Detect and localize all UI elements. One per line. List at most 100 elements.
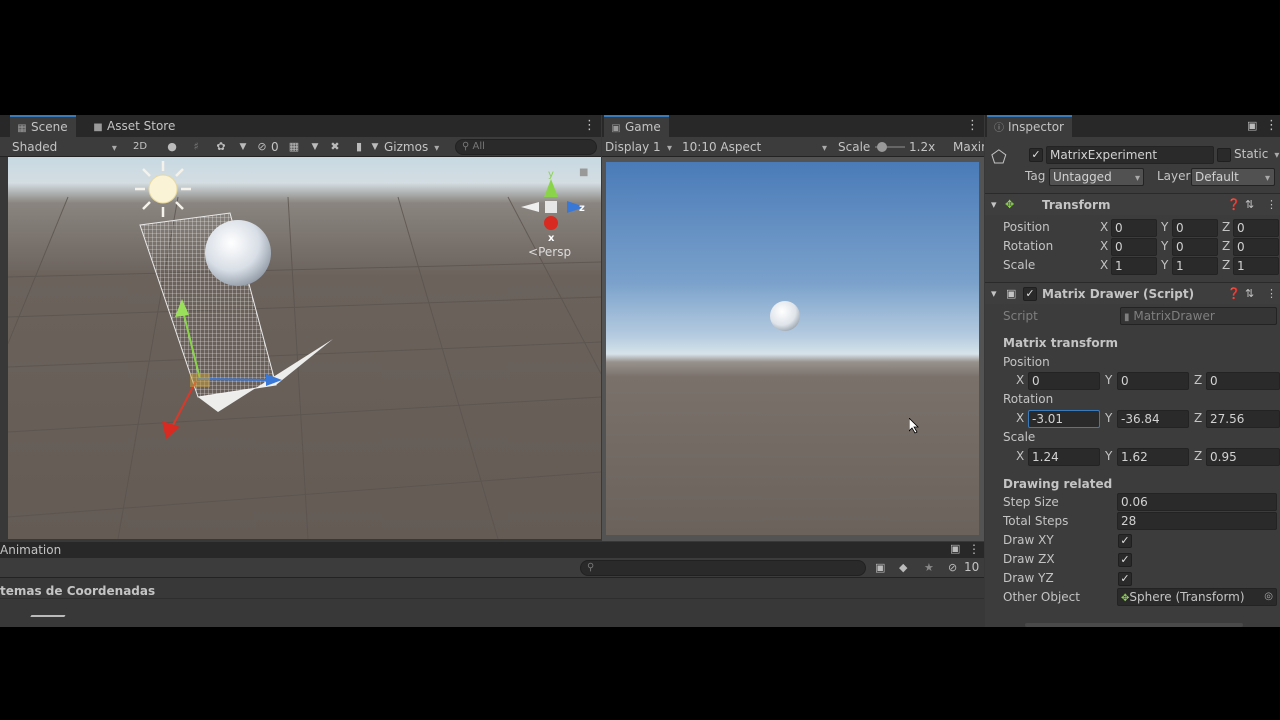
- transform-scale-x-field[interactable]: 1: [1111, 257, 1157, 275]
- other-object-value: Sphere (Transform): [1129, 590, 1245, 604]
- effects-toggle-icon[interactable]: ✿: [213, 139, 229, 155]
- transform-component-header[interactable]: ▾ ✥ Transform ❓ ⇅ ⋮: [985, 193, 1280, 215]
- inspector-lock-icon[interactable]: ▣: [1247, 119, 1257, 132]
- gameobject-cube-icon: ⬠: [991, 147, 1007, 168]
- lighting-toggle-icon[interactable]: ●: [164, 139, 180, 155]
- total-steps-field[interactable]: 28: [1117, 512, 1277, 530]
- scene-visibility-icon[interactable]: ▣: [875, 561, 885, 574]
- gameobject-active-checkbox[interactable]: ✓: [1029, 148, 1043, 162]
- scene-viewport[interactable]: y z x ■ <Persp: [8, 157, 601, 539]
- tag-icon[interactable]: ◆: [899, 561, 907, 574]
- persp-label[interactable]: <Persp: [528, 245, 571, 259]
- directional-light-icon[interactable]: [135, 161, 191, 217]
- scale-slider[interactable]: [875, 142, 905, 152]
- hidden-packages-icon[interactable]: ⊘: [948, 561, 957, 574]
- axis-y-label: Y: [1161, 239, 1169, 253]
- script-label: Script: [1003, 309, 1038, 323]
- game-toolbar: Display 1 10:10 Aspect Scale 1.2x Maxir: [602, 137, 984, 157]
- shading-mode-dropdown[interactable]: Shaded: [12, 137, 120, 157]
- transform-rotation-y-field[interactable]: 0: [1172, 238, 1218, 256]
- foldout-arrow-icon[interactable]: ▾: [991, 194, 997, 216]
- audio-toggle-icon[interactable]: ♯: [188, 139, 204, 155]
- search-icon: ⚲: [587, 562, 595, 573]
- tools-icon[interactable]: ✖: [327, 139, 343, 155]
- transform-rotation-x-field[interactable]: 0: [1111, 238, 1157, 256]
- tab-inspector[interactable]: ⓘ Inspector: [987, 115, 1072, 137]
- scene-search-input[interactable]: ⚲ All: [455, 139, 597, 155]
- axis-x-label: X: [1100, 239, 1109, 253]
- matrix-drawer-component-header[interactable]: ▾ ▣ ✓ Matrix Drawer (Script) ❓ ⇅ ⋮: [985, 282, 1280, 304]
- camera-dropdown-icon[interactable]: ▼: [367, 139, 383, 155]
- axis-x-label: X: [1100, 220, 1109, 234]
- help-icon[interactable]: ❓: [1227, 283, 1241, 305]
- grid-toggle-icon[interactable]: ▦: [286, 139, 302, 155]
- other-object-field[interactable]: ✥Sphere (Transform) ◎: [1117, 588, 1277, 606]
- transform-position-z-field[interactable]: 0: [1233, 219, 1279, 237]
- transform-scale-z-field[interactable]: 1: [1233, 257, 1279, 275]
- matrix-position-y-field[interactable]: 0: [1117, 372, 1189, 390]
- axis-z-label: Z: [1194, 411, 1203, 425]
- panel-lock-icon[interactable]: ▣: [950, 542, 960, 555]
- animation-search-input[interactable]: ⚲: [580, 560, 866, 576]
- transform-scale-y-field[interactable]: 1: [1172, 257, 1218, 275]
- scene-menu-icon[interactable]: ⋮: [583, 119, 596, 133]
- draw-yz-checkbox[interactable]: ✓: [1118, 572, 1132, 586]
- tag-dropdown[interactable]: Untagged: [1049, 168, 1144, 186]
- tab-game[interactable]: ▣ Game: [604, 115, 669, 137]
- help-icon[interactable]: ❓: [1227, 194, 1241, 216]
- matrix-scale-z-field[interactable]: 0.95: [1206, 448, 1280, 466]
- matrix-position-z-field[interactable]: 0: [1206, 372, 1280, 390]
- transform-position-x-field[interactable]: 0: [1111, 219, 1157, 237]
- tab-animation[interactable]: Animation: [0, 543, 61, 557]
- display-dropdown[interactable]: Display 1: [605, 137, 672, 157]
- unity-logo-icon: [24, 615, 66, 627]
- matrix-rotation-y-field[interactable]: -36.84: [1117, 410, 1189, 428]
- matrix-scale-x-field[interactable]: 1.24: [1028, 448, 1100, 466]
- step-size-field[interactable]: 0.06: [1117, 493, 1277, 511]
- effects-dropdown-icon[interactable]: ▼: [235, 139, 251, 155]
- object-picker-icon[interactable]: ◎: [1264, 589, 1273, 605]
- static-checkbox[interactable]: [1217, 148, 1231, 162]
- foldout-arrow-icon[interactable]: ▾: [991, 283, 997, 305]
- game-viewport[interactable]: [606, 162, 979, 535]
- game-menu-icon[interactable]: ⋮: [966, 119, 979, 133]
- draw-zx-checkbox[interactable]: ✓: [1118, 553, 1132, 567]
- inspector-menu-icon[interactable]: ⋮: [1265, 119, 1278, 133]
- favorite-star-icon[interactable]: ★: [924, 561, 934, 574]
- preset-icon[interactable]: ⇅: [1245, 194, 1254, 216]
- matrix-drawer-enabled-checkbox[interactable]: ✓: [1023, 287, 1037, 301]
- matrix-rotation-x-field[interactable]: -3.01: [1028, 410, 1100, 428]
- hidden-objects-count: 0: [271, 140, 279, 154]
- axis-x-label: X: [1016, 449, 1025, 463]
- lock-icon[interactable]: ■: [579, 167, 588, 178]
- mode-2d-toggle[interactable]: 2D: [133, 137, 153, 157]
- animation-divider: [0, 598, 984, 599]
- camera-icon[interactable]: ▮: [351, 139, 367, 155]
- gameobject-name-field[interactable]: MatrixExperiment: [1046, 146, 1214, 164]
- matrix-scale-y-field[interactable]: 1.62: [1117, 448, 1189, 466]
- tab-asset-store[interactable]: ■ Asset Store: [86, 115, 183, 137]
- static-dropdown[interactable]: Static: [1234, 147, 1279, 161]
- draw-xy-checkbox[interactable]: ✓: [1118, 534, 1132, 548]
- scale-slider-thumb[interactable]: [877, 142, 887, 152]
- transform-scale-label: Scale: [1003, 258, 1036, 272]
- sphere-object[interactable]: [205, 220, 271, 286]
- maximize-on-play-toggle[interactable]: Maxir: [953, 137, 984, 157]
- component-menu-icon[interactable]: ⋮: [1266, 283, 1277, 305]
- scene-floor-grid: [8, 196, 601, 539]
- tab-scene[interactable]: ▦ Scene: [10, 115, 76, 137]
- transform-rotation-z-field[interactable]: 0: [1233, 238, 1279, 256]
- component-menu-icon[interactable]: ⋮: [1266, 194, 1277, 216]
- aspect-dropdown[interactable]: 10:10 Aspect: [682, 137, 827, 157]
- orientation-gizmo[interactable]: y z x: [521, 169, 585, 244]
- grid-dropdown-icon[interactable]: ▼: [307, 139, 323, 155]
- gizmos-dropdown[interactable]: Gizmos: [384, 137, 439, 157]
- matrix-scale-label: Scale: [1003, 430, 1036, 444]
- transform-position-y-field[interactable]: 0: [1172, 219, 1218, 237]
- matrix-position-x-field[interactable]: 0: [1028, 372, 1100, 390]
- layer-dropdown[interactable]: Default: [1191, 168, 1275, 186]
- hidden-objects-icon[interactable]: ⊘: [254, 139, 270, 155]
- animation-menu-icon[interactable]: ⋮: [968, 542, 980, 556]
- preset-icon[interactable]: ⇅: [1245, 283, 1254, 305]
- matrix-rotation-z-field[interactable]: 27.56: [1206, 410, 1280, 428]
